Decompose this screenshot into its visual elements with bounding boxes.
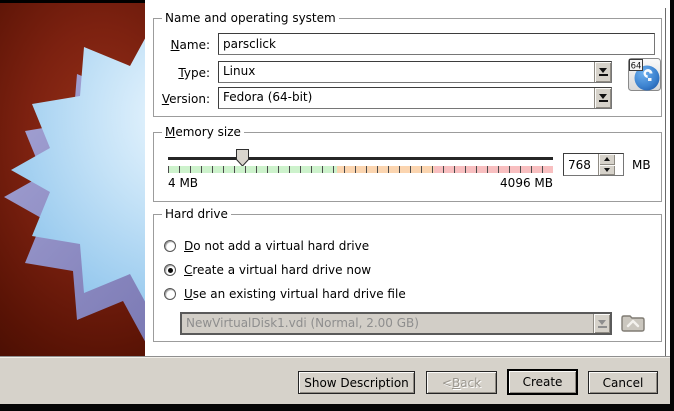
name-label: Name: xyxy=(170,38,210,52)
spin-down-button[interactable] xyxy=(599,164,615,175)
radio-button[interactable] xyxy=(164,240,176,252)
type-label: Type: xyxy=(178,66,210,80)
arrow-down-icon xyxy=(604,167,610,172)
wizard-page: Name and operating system Name: Type: Li… xyxy=(145,0,670,356)
cancel-button[interactable]: Cancel xyxy=(588,371,658,394)
os-type-value: Linux xyxy=(223,64,256,78)
radio-button[interactable] xyxy=(164,288,176,300)
create-button[interactable]: Create xyxy=(507,369,578,395)
group-hard-drive-title: Hard drive xyxy=(162,207,231,221)
group-memory-size-title: Memory size xyxy=(162,125,244,139)
memory-value-input[interactable] xyxy=(564,154,598,175)
group-name-and-os-title: Name and operating system xyxy=(162,11,339,25)
memory-unit-label: MB xyxy=(632,158,651,172)
memory-max-label: 4096 MB xyxy=(500,176,553,190)
window-right-edge xyxy=(670,0,674,411)
vm-name-input[interactable] xyxy=(218,33,655,55)
dialog-right-divider xyxy=(665,8,666,356)
chevron-down-icon xyxy=(598,319,606,325)
back-button: < Back xyxy=(426,371,497,394)
radio-option-no-hard-drive[interactable]: Do not add a virtual hard drive xyxy=(164,238,369,254)
memory-spinbox xyxy=(563,153,624,176)
chevron-down-icon xyxy=(599,94,607,99)
os-version-value: Fedora (64-bit) xyxy=(223,90,313,104)
disk-file-combo: NewVirtualDisk1.vdi (Normal, 2.00 GB) xyxy=(180,312,612,335)
os-version-combo[interactable]: Fedora (64-bit) xyxy=(218,87,612,109)
chevron-down-icon xyxy=(599,68,607,73)
starburst-graphic xyxy=(4,38,145,342)
radio-option-use-existing-hard-drive[interactable]: Use an existing virtual hard drive file xyxy=(164,286,406,302)
64bit-badge: 64 xyxy=(631,62,642,72)
radio-label: Use an existing virtual hard drive file xyxy=(184,287,406,301)
radio-label: Do not add a virtual hard drive xyxy=(184,239,370,253)
create-vm-wizard-window: Name and operating system Name: Type: Li… xyxy=(0,0,674,411)
os-type-dropdown-button[interactable] xyxy=(594,62,611,82)
fedora-64-os-icon: 64 xyxy=(628,58,661,94)
radio-label: Create a virtual hard drive now xyxy=(184,263,372,277)
folder-icon xyxy=(621,315,645,332)
os-type-combo[interactable]: Linux xyxy=(218,61,612,83)
version-label: Version: xyxy=(161,92,210,106)
arrow-up-icon xyxy=(604,157,610,162)
memory-slider-handle[interactable] xyxy=(236,149,249,167)
radio-option-create-hard-drive[interactable]: Create a virtual hard drive now xyxy=(164,262,371,278)
spin-up-button[interactable] xyxy=(599,154,615,165)
wizard-art-panel xyxy=(0,0,145,356)
os-version-dropdown-button[interactable] xyxy=(594,88,611,108)
disk-file-dropdown-button xyxy=(593,314,610,333)
memory-min-label: 4 MB xyxy=(168,176,199,190)
window-bottom-edge xyxy=(0,404,674,411)
radio-button[interactable] xyxy=(164,264,176,276)
show-description-button[interactable]: Show Description xyxy=(298,371,415,394)
memory-slider-track[interactable] xyxy=(168,157,553,160)
disk-file-value: NewVirtualDisk1.vdi (Normal, 2.00 GB) xyxy=(186,316,419,330)
choose-disk-file-button xyxy=(620,310,646,337)
